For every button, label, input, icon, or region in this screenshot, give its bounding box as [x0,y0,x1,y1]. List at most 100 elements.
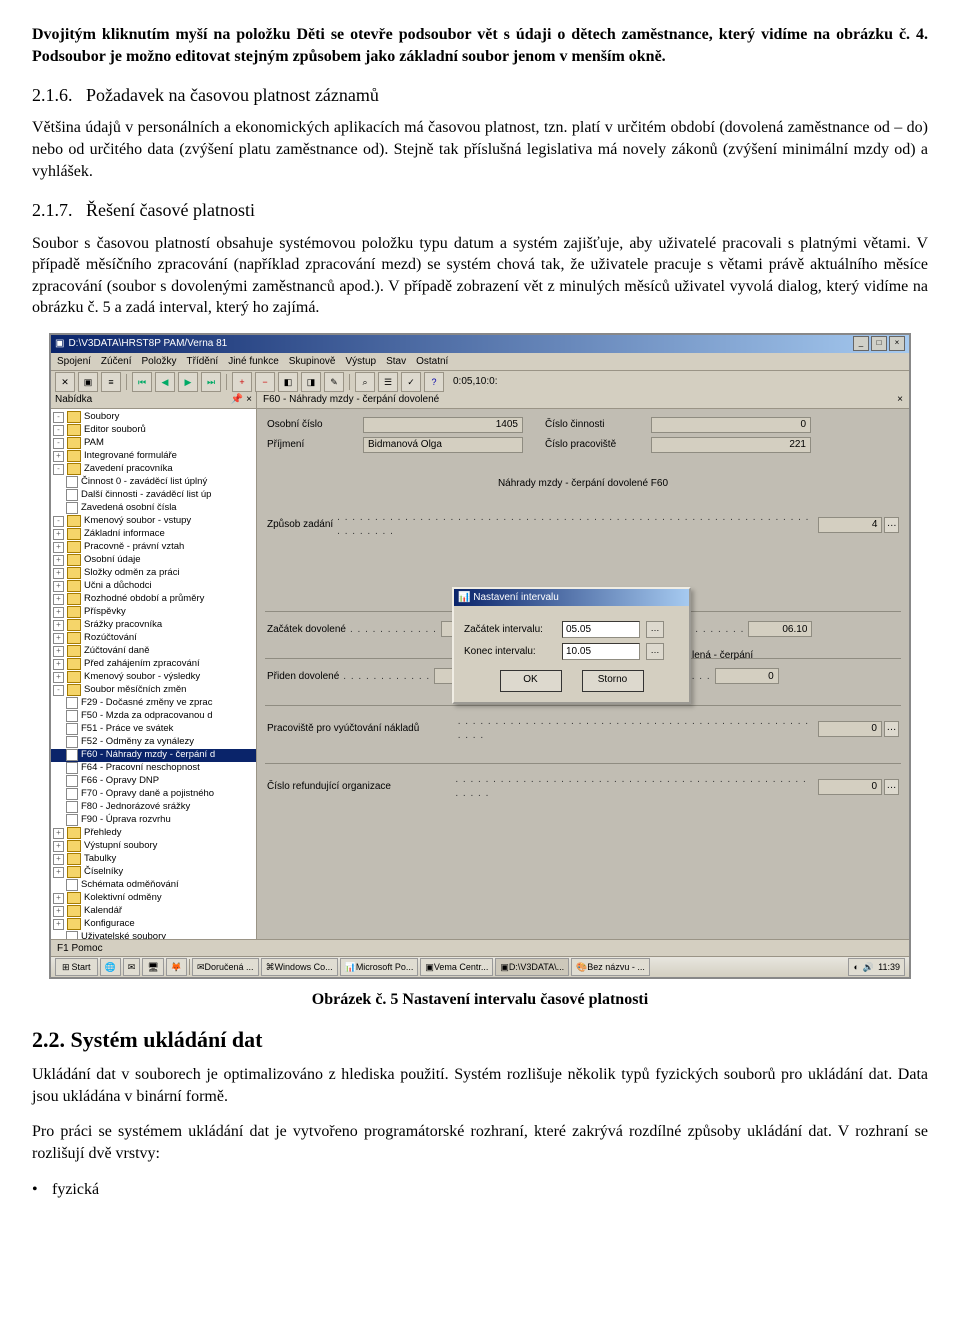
menu-item[interactable]: Jiné funkce [228,355,279,369]
tree-node[interactable]: +Rozhodné období a průměry [51,593,256,606]
tree-node[interactable]: +Výstupní soubory [51,840,256,853]
quicklaunch[interactable]: ✉ [123,958,141,976]
tree-node[interactable]: Činnost 0 - zaváděcí list úplný [51,476,256,489]
toolbar-button[interactable]: ≡ [101,372,121,392]
tree-node[interactable]: +Pracovně - právní vztah [51,541,256,554]
toolbar-button[interactable]: ⌕ [355,372,375,392]
tree-node[interactable]: +Přehledy [51,827,256,840]
menu-item[interactable]: Zúčení [101,355,132,369]
expand-icon[interactable]: + [53,568,64,579]
tree-node[interactable]: +Složky odměn za práci [51,567,256,580]
taskbar-item[interactable]: ✉ Doručená ... [192,958,259,976]
tree-node[interactable]: F50 - Mzda za odpracovanou d [51,710,256,723]
tree-node[interactable]: Další činnosti - zaváděcí list úp [51,489,256,502]
tree-node[interactable]: -PAM [51,437,256,450]
add-button[interactable]: + [232,372,252,392]
expand-icon[interactable]: + [53,646,64,657]
tree-node[interactable]: -Soubory [51,411,256,424]
taskbar-item[interactable]: 📊 Microsoft Po... [340,958,419,976]
expand-icon[interactable]: + [53,919,64,930]
tree-node[interactable]: -Editor souborů [51,424,256,437]
toolbar-button[interactable]: ✓ [401,372,421,392]
tree-node[interactable]: +Tabulky [51,853,256,866]
tree-node[interactable]: F80 - Jednorázové srážky [51,801,256,814]
tree-node[interactable]: +Srážky pracovníka [51,619,256,632]
expand-icon[interactable]: + [53,555,64,566]
toolbar-button[interactable]: ✕ [55,372,75,392]
system-tray[interactable]: ◐ 🔊 11:39 [848,958,905,976]
lookup-button[interactable]: … [884,517,899,533]
close-button[interactable]: × [889,336,905,351]
field-begin[interactable]: 05.05 [562,621,640,638]
tree-node[interactable]: Zavedená osobní čísla [51,502,256,515]
toolbar-button[interactable]: ▣ [78,372,98,392]
taskbar-item[interactable]: ▣ D:\V3DATA\... [495,958,569,976]
tree-node[interactable]: +Číselníky [51,866,256,879]
tree-node[interactable]: +Před zahájením zpracování [51,658,256,671]
tree-node[interactable]: -Zavedení pracovníka [51,463,256,476]
toolbar-button[interactable]: ☰ [378,372,398,392]
tree-node[interactable]: F52 - Odměny za vynálezy [51,736,256,749]
expand-icon[interactable]: + [53,620,64,631]
menu-item[interactable]: Výstup [346,355,377,369]
toolbar-button[interactable]: ◧ [278,372,298,392]
expand-icon[interactable]: + [53,581,64,592]
expand-icon[interactable]: + [53,893,64,904]
field-konec-dov[interactable]: 06.10 [748,621,812,637]
expand-icon[interactable]: + [53,529,64,540]
expand-icon[interactable]: - [53,464,64,475]
menu-item[interactable]: Položky [142,355,177,369]
tree-node[interactable]: +Příspěvky [51,606,256,619]
tree-node[interactable]: F51 - Práce ve svátek [51,723,256,736]
first-button[interactable]: ⏮ [132,372,152,392]
tree-node[interactable]: +Integrované formuláře [51,450,256,463]
menu-item[interactable]: Skupinově [289,355,336,369]
tree-node[interactable]: +Kolektivní odměny [51,892,256,905]
field-pracoviste-nakl[interactable]: 0 [818,721,882,737]
expand-icon[interactable]: + [53,451,64,462]
expand-icon[interactable]: - [53,516,64,527]
cancel-button[interactable]: Storno [582,670,644,692]
tree-node[interactable]: +Rozúčtování [51,632,256,645]
last-button[interactable]: ⏭ [201,372,221,392]
expand-icon[interactable]: + [53,828,64,839]
expand-icon[interactable]: + [53,607,64,618]
tray-icon[interactable]: 🔊 [863,961,874,973]
tree-node[interactable]: +Základní informace [51,528,256,541]
maximize-button[interactable]: □ [871,336,887,351]
tree-node[interactable]: -Kmenový soubor - vstupy [51,515,256,528]
tree-node[interactable]: +Konfigurace [51,918,256,931]
tree-node[interactable]: +Osobní údaje [51,554,256,567]
toolbar-button[interactable]: ◨ [301,372,321,392]
lookup-button[interactable]: … [884,721,899,737]
expand-icon[interactable]: + [53,867,64,878]
expand-icon[interactable]: - [53,412,64,423]
tree-node[interactable]: F29 - Dočasné změny ve zprac [51,697,256,710]
field-hlavni[interactable]: 0 [715,668,779,684]
tree-node[interactable]: +Kmenový soubor - výsledky [51,671,256,684]
quicklaunch[interactable]: 🦊 [166,958,187,976]
tree-node[interactable]: F64 - Pracovní neschopnost [51,762,256,775]
delete-button[interactable]: − [255,372,275,392]
expand-icon[interactable]: + [53,542,64,553]
nav-tree[interactable]: -Soubory-Editor souborů-PAM+Integrované … [51,409,256,940]
field-cislo-pracoviste[interactable]: 221 [651,437,811,453]
menu-item[interactable]: Třídění [187,355,219,369]
field-zpusob-zadani[interactable]: 4 [818,517,882,533]
expand-icon[interactable]: - [53,685,64,696]
field-ref-org[interactable]: 0 [818,779,882,795]
expand-icon[interactable]: + [53,672,64,683]
main-close-icon[interactable]: × [897,393,903,407]
expand-icon[interactable]: - [53,425,64,436]
ok-button[interactable]: OK [500,670,562,692]
expand-icon[interactable]: + [53,841,64,852]
tray-icon[interactable]: ◐ [853,961,858,973]
field-prijmeni[interactable]: Bidmanová Olga [363,437,523,453]
prev-button[interactable]: ◀ [155,372,175,392]
field-osobni-cislo[interactable]: 1405 [363,417,523,433]
menu-item[interactable]: Stav [386,355,406,369]
tree-node[interactable]: +Učni a důchodci [51,580,256,593]
taskbar-item[interactable]: 🎨 Bez názvu - ... [571,958,650,976]
menu-item[interactable]: Ostatní [416,355,448,369]
tree-node[interactable]: Schémata odměňování [51,879,256,892]
